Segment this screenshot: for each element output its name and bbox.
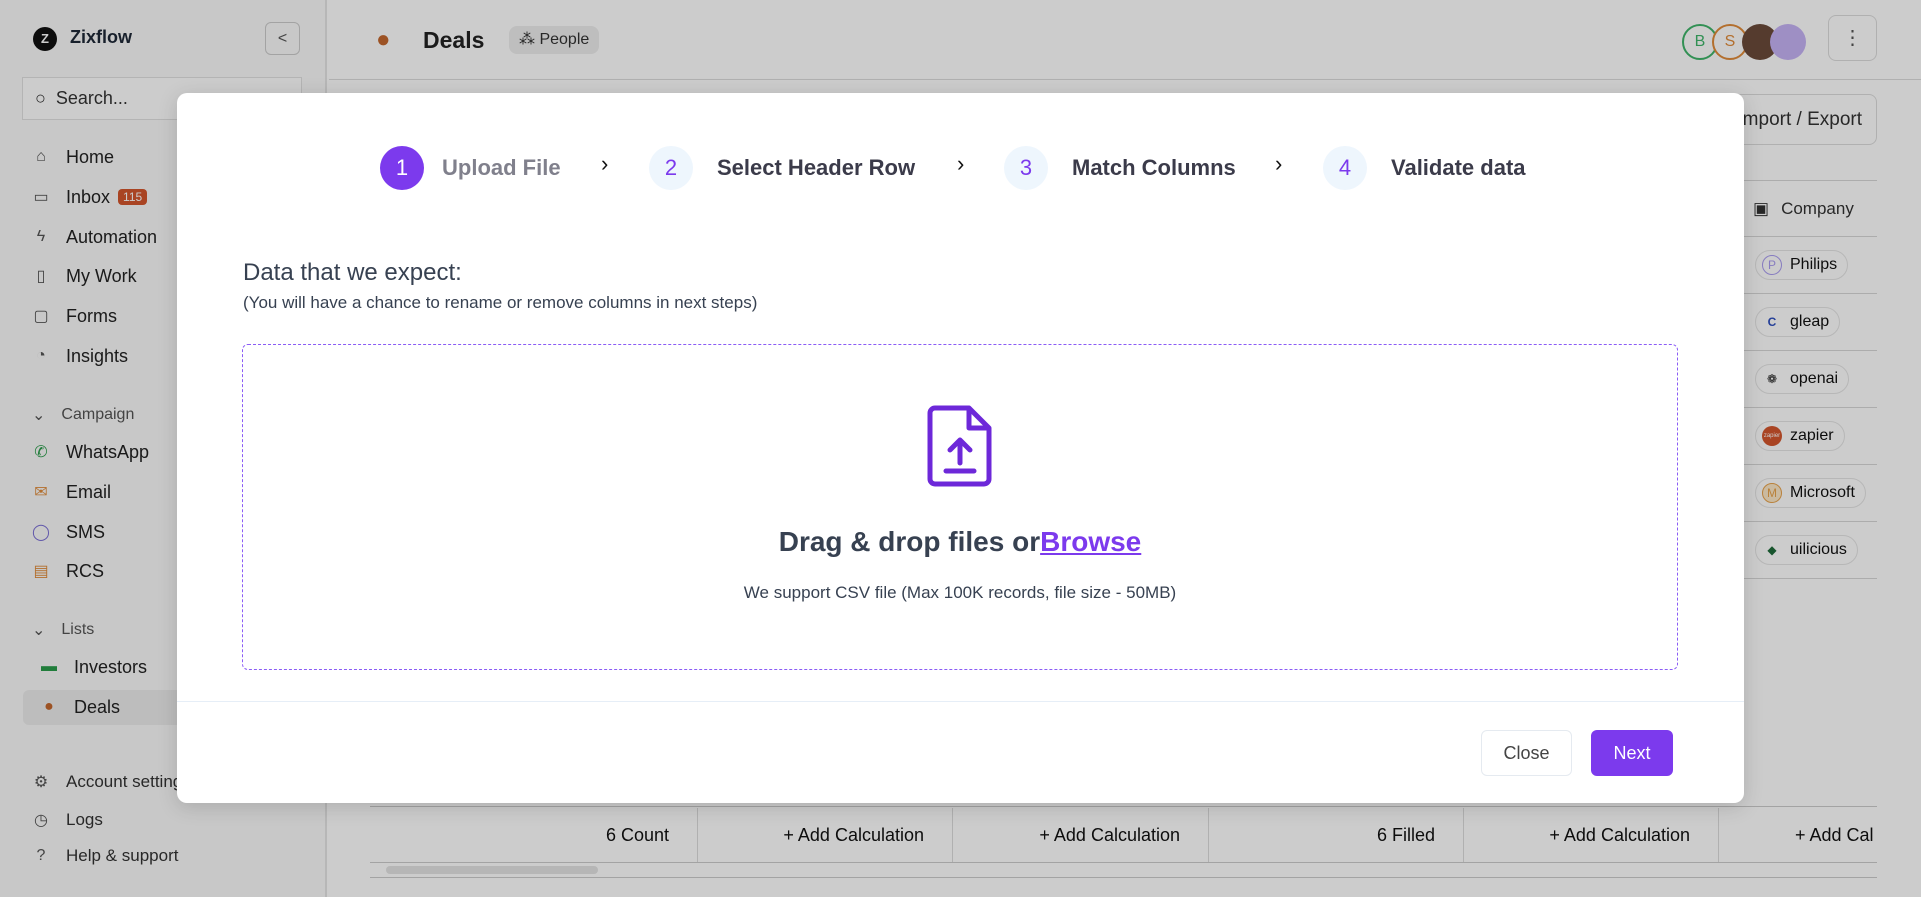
- step-upload-file: 1 Upload File: [380, 146, 561, 190]
- step-select-header-row: 2 Select Header Row: [649, 146, 915, 190]
- step-match-columns: 3 Match Columns: [1004, 146, 1236, 190]
- step-number: 1: [380, 146, 424, 190]
- step-label: Upload File: [442, 155, 561, 180]
- file-upload-icon: [927, 405, 992, 487]
- next-button[interactable]: Next: [1591, 730, 1673, 776]
- chevron-right-icon: ›: [601, 151, 609, 176]
- step-number: 2: [649, 146, 693, 190]
- drop-text: Drag & drop files or: [778, 526, 1041, 557]
- step-number: 3: [1004, 146, 1048, 190]
- step-label: Select Header Row: [717, 155, 916, 180]
- modal-footer-divider: [177, 701, 1744, 702]
- chevron-right-icon: ›: [1275, 151, 1283, 176]
- support-text: We support CSV file (Max 100K records, f…: [743, 583, 1177, 602]
- import-modal: 1 Upload File › 2 Select Header Row › 3 Mat…: [177, 93, 1744, 803]
- file-dropzone[interactable]: Drag & drop files orBrowse We support CS…: [242, 344, 1678, 670]
- expected-data-subheading: (You will have a chance to rename or rem…: [243, 293, 758, 312]
- close-button[interactable]: Close: [1481, 730, 1572, 776]
- drop-instructions: Drag & drop files orBrowse: [243, 526, 1677, 558]
- step-validate-data: 4 Validate data: [1323, 146, 1526, 190]
- chevron-right-icon: ›: [957, 151, 965, 176]
- app: Z Zixflow < ○ Search... ⌂ Home ▭ Inbox 115 ϟ…: [0, 0, 1921, 897]
- expected-data-heading: Data that we expect:: [243, 259, 462, 286]
- step-number: 4: [1323, 146, 1367, 190]
- step-label: Validate data: [1391, 155, 1526, 180]
- browse-link[interactable]: Browse: [1040, 526, 1141, 557]
- step-label: Match Columns: [1072, 155, 1236, 180]
